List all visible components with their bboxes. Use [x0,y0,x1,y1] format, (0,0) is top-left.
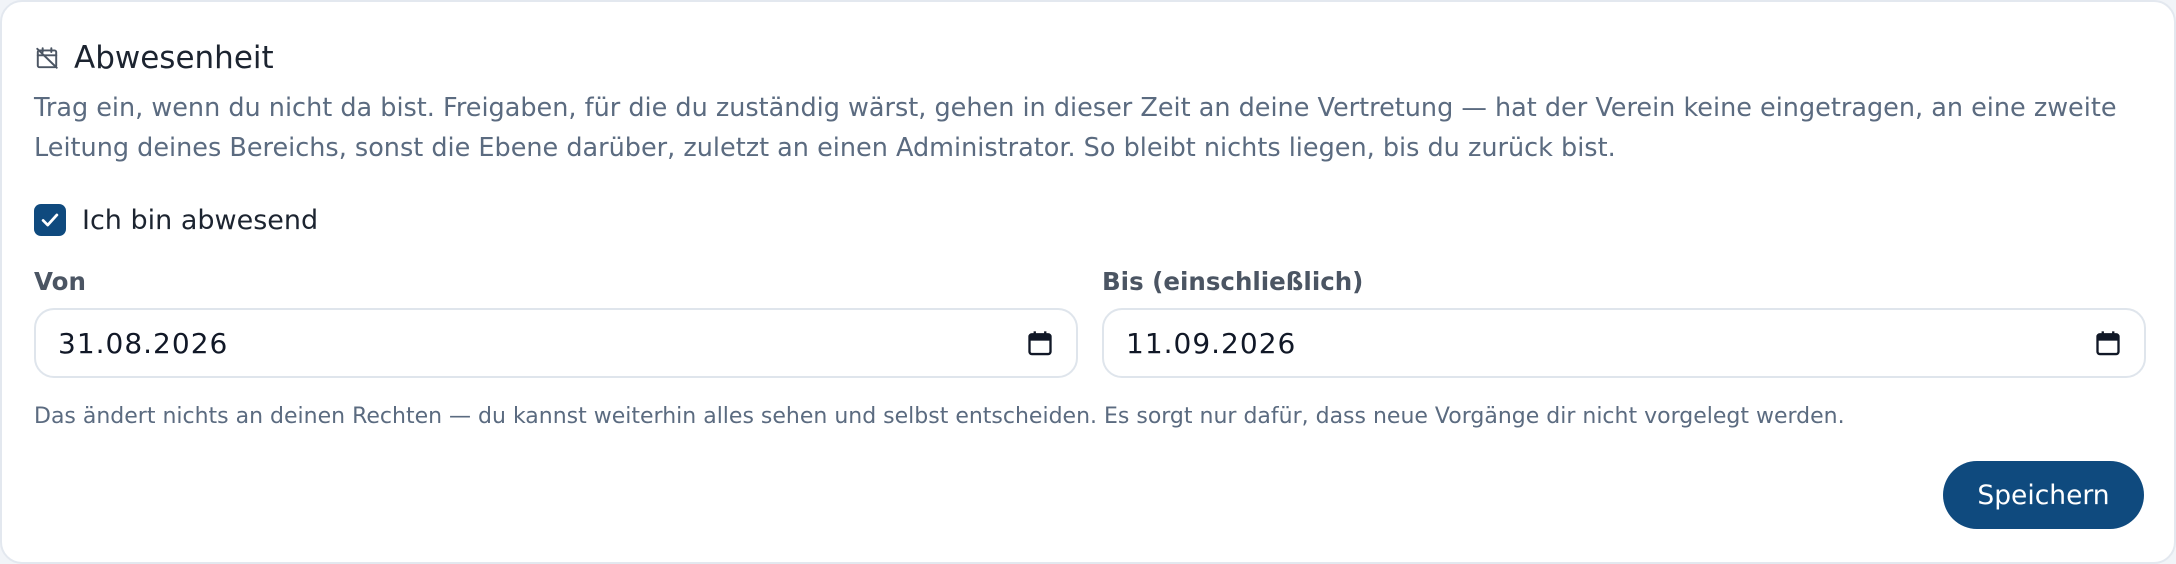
checkmark-icon [41,213,59,227]
absent-checkbox-label[interactable]: Ich bin abwesend [82,205,318,236]
absent-toggle[interactable]: Ich bin abwesend [34,202,318,238]
section-header: Abwesenheit [34,38,274,78]
from-date-input[interactable]: 31.08.2026 [34,308,1078,378]
absence-card: Abwesenheit Trag ein, wenn du nicht da b… [0,0,2176,564]
calendar-off-icon [36,47,58,69]
to-date-value[interactable]: 11.09.2026 [1126,327,2094,360]
calendar-icon[interactable] [2094,329,2122,357]
from-date-label: Von [34,267,86,296]
rights-hint: Das ändert nichts an deinen Rechten — du… [34,404,1845,429]
to-date-input[interactable]: 11.09.2026 [1102,308,2146,378]
section-description: Trag ein, wenn du nicht da bist. Freigab… [34,93,2117,163]
section-title: Abwesenheit [74,40,274,76]
absent-checkbox[interactable] [34,204,66,236]
calendar-icon[interactable] [1026,329,1054,357]
to-date-label: Bis (einschließlich) [1102,267,1364,296]
save-button[interactable]: Speichern [1943,461,2144,529]
from-date-value[interactable]: 31.08.2026 [58,327,1026,360]
